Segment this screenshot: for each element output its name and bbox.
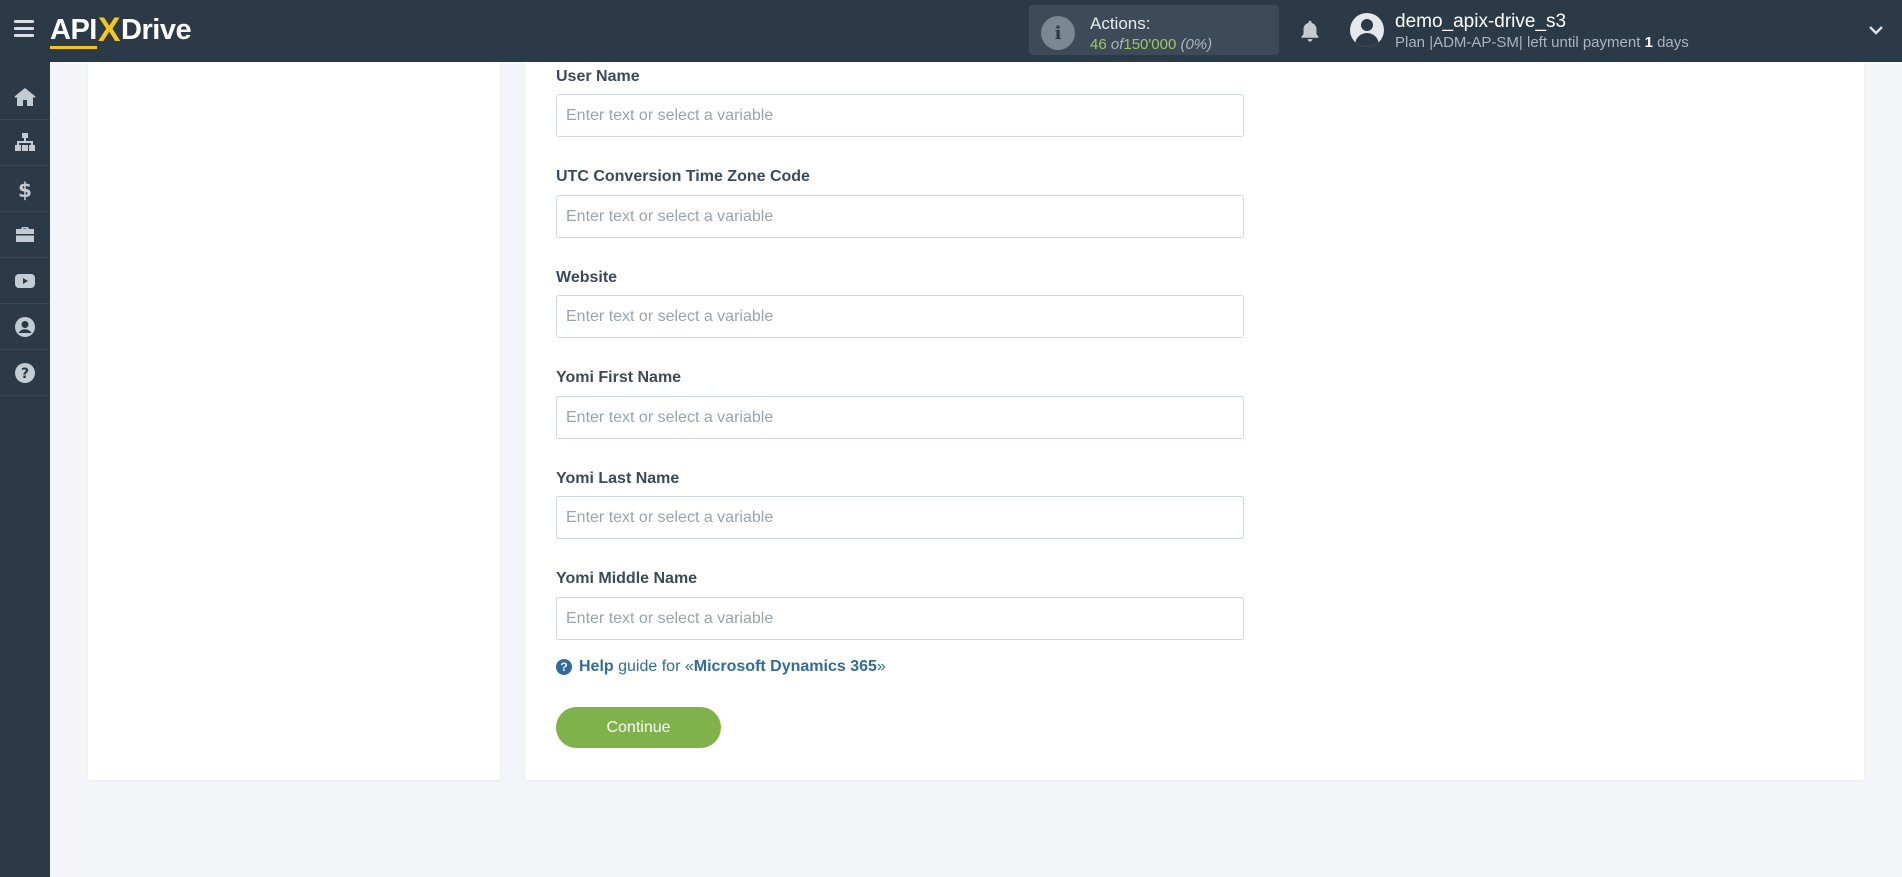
sidebar: $ ? — [0, 62, 50, 877]
actions-label: Actions: — [1090, 14, 1151, 33]
plan-days: 1 — [1644, 34, 1653, 51]
yomi-first-name-input[interactable] — [556, 396, 1244, 439]
continue-button[interactable]: Continue — [556, 707, 721, 748]
question-circle-icon: ? — [556, 659, 572, 675]
question-circle-icon: ? — [15, 362, 35, 383]
help-link[interactable]: Help — [579, 658, 614, 676]
bell-icon[interactable] — [1297, 18, 1323, 44]
sidebar-item-connections[interactable] — [0, 120, 50, 166]
field-label-website: Website — [556, 269, 618, 286]
youtube-icon — [15, 273, 35, 288]
field-label-utc-timezone: UTC Conversion Time Zone Code — [556, 168, 810, 185]
logo-x-text: X — [97, 10, 121, 49]
user-name[interactable]: demo_apix-drive_s3 — [1395, 11, 1566, 33]
product-guide-link[interactable]: Microsoft Dynamics 365 — [694, 658, 877, 676]
user-circle-icon — [15, 316, 35, 337]
actions-counter[interactable]: i Actions: 46 of150'000 (0%) — [1029, 5, 1279, 55]
sitemap-icon — [15, 132, 35, 151]
top-bar: API X Drive i Actions: 46 of150'000 (0%) d… — [0, 0, 1902, 62]
yomi-last-name-input[interactable] — [556, 496, 1244, 539]
field-label-yomi-middle-name: Yomi Middle Name — [556, 570, 698, 587]
svg-text:$: $ — [18, 178, 32, 201]
actions-of: of — [1110, 36, 1124, 53]
help-guide-text: guide for « — [618, 658, 694, 675]
left-panel — [88, 62, 500, 780]
logo-drive-text: Drive — [121, 13, 192, 46]
help-guide: ? Help guide for «Microsoft Dynamics 365… — [556, 658, 886, 676]
plan-suffix: days — [1657, 34, 1689, 51]
info-icon: i — [1041, 16, 1075, 50]
field-label-user-name: User Name — [556, 68, 640, 85]
yomi-middle-name-input[interactable] — [556, 597, 1244, 640]
actions-percent: (0%) — [1180, 36, 1213, 53]
dollar-icon: $ — [18, 178, 32, 201]
user-name-input[interactable] — [556, 94, 1244, 137]
sidebar-item-home[interactable] — [0, 74, 50, 120]
svg-text:?: ? — [21, 366, 29, 382]
sidebar-item-videos[interactable] — [0, 258, 50, 304]
help-close-quote: » — [876, 658, 886, 675]
logo-api-text: API — [50, 13, 97, 49]
website-input[interactable] — [556, 295, 1244, 338]
field-label-yomi-first-name: Yomi First Name — [556, 369, 682, 386]
apixdrive-logo[interactable]: API X Drive — [50, 10, 192, 50]
actions-total: 150'000 — [1123, 36, 1177, 53]
actions-value: 46 of150'000 (0%) — [1090, 36, 1212, 53]
briefcase-icon — [16, 226, 34, 242]
sidebar-item-tools[interactable] — [0, 212, 50, 258]
plan-prefix: Plan |ADM-AP-SM| left until payment — [1395, 34, 1641, 51]
actions-used: 46 — [1090, 36, 1107, 53]
home-icon — [14, 87, 36, 106]
utc-timezone-input[interactable] — [556, 195, 1244, 238]
sidebar-item-profile[interactable] — [0, 304, 50, 350]
avatar[interactable] — [1350, 13, 1384, 47]
sidebar-item-help[interactable]: ? — [0, 350, 50, 396]
plan-info: Plan |ADM-AP-SM| left until payment 1 da… — [1395, 34, 1689, 51]
field-label-yomi-last-name: Yomi Last Name — [556, 470, 680, 487]
menu-icon[interactable] — [14, 20, 34, 38]
sidebar-item-billing[interactable]: $ — [0, 166, 50, 212]
chevron-down-icon[interactable] — [1868, 22, 1884, 38]
